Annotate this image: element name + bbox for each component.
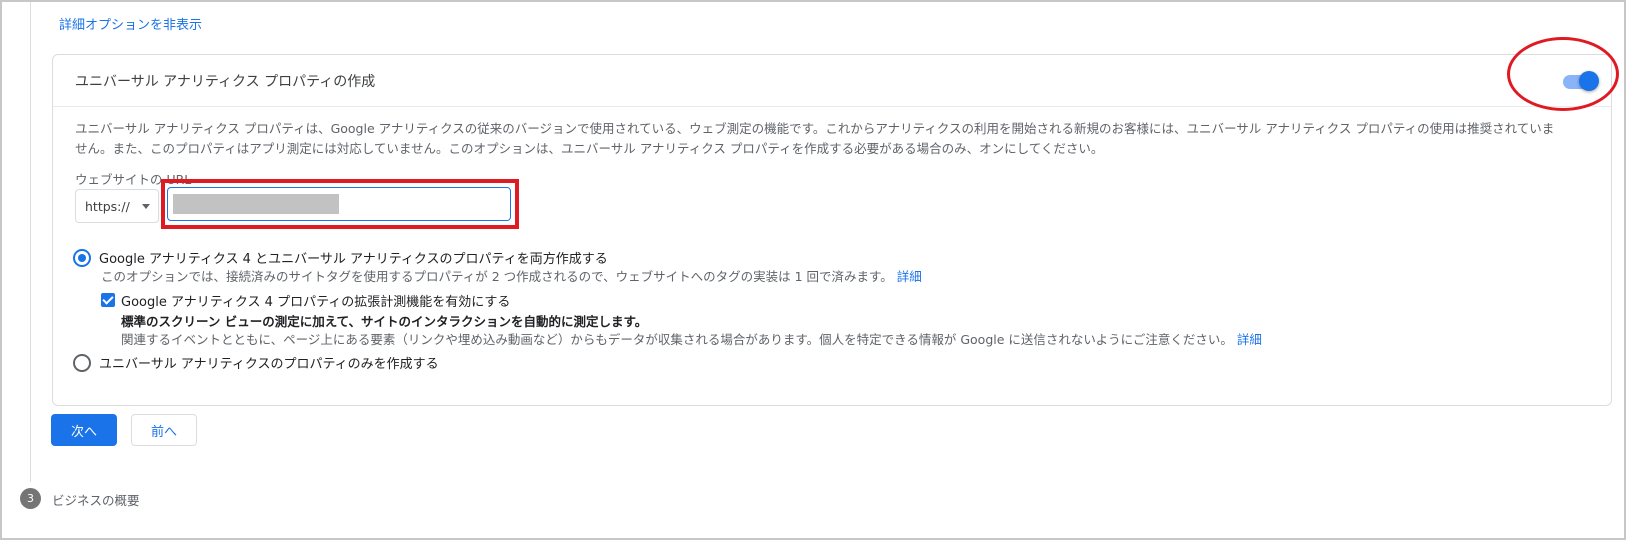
dropdown-arrow-icon xyxy=(142,204,150,209)
step-number-badge: 3 xyxy=(20,488,41,509)
next-button[interactable]: 次へ xyxy=(51,414,117,446)
card-description: ユニバーサル アナリティクス プロパティは、Google アナリティクスの従来の… xyxy=(75,119,1565,159)
option-ua-only-label: ユニバーサル アナリティクスのプロパティのみを作成する xyxy=(99,357,439,372)
description-line-2: せん。また、このプロパティはアプリ測定には対応していません。このオプションは、ユ… xyxy=(75,141,1104,156)
enhanced-measurement-summary: 標準のスクリーン ビューの測定に加えて、サイトのインタラクションを自動的に測定し… xyxy=(121,314,648,329)
enhanced-measurement-description: 関連するイベントとともに、ページ上にある要素（リンクや埋め込み動画など）からもデ… xyxy=(121,329,1262,348)
card-title: ユニバーサル アナリティクス プロパティの作成 xyxy=(75,74,376,90)
stepper-line xyxy=(30,2,31,482)
card-header: ユニバーサル アナリティクス プロパティの作成 xyxy=(53,37,1619,111)
universal-analytics-card: ユニバーサル アナリティクス プロパティの作成 ユニバーサル アナリティクス プ… xyxy=(52,37,1619,406)
protocol-select[interactable]: https:// xyxy=(75,189,159,223)
ua-property-toggle[interactable] xyxy=(1559,69,1601,93)
page-frame: 詳細オプションを非表示 ユニバーサル アナリティクス プロパティの作成 ユニバー… xyxy=(0,0,1626,540)
option-both-details-link[interactable]: 詳細 xyxy=(897,269,922,284)
enhanced-measurement-checkbox[interactable] xyxy=(101,293,115,307)
option-both-description: このオプションでは、接続済みのサイトタグを使用するプロパティが 2 つ作成される… xyxy=(101,266,922,285)
enhanced-measurement-label: Google アナリティクス 4 プロパティの拡張計測機能を有効にする xyxy=(121,295,511,310)
redacted-url xyxy=(173,194,339,214)
radio-ua-only[interactable] xyxy=(73,354,91,372)
enhanced-measurement-details-link[interactable]: 詳細 xyxy=(1237,332,1262,347)
description-line-1: ユニバーサル アナリティクス プロパティは、Google アナリティクスの従来の… xyxy=(75,121,1555,136)
back-button[interactable]: 前へ xyxy=(131,414,197,446)
hide-advanced-options-link[interactable]: 詳細オプションを非表示 xyxy=(59,14,202,33)
option-both-description-text: このオプションでは、接続済みのサイトタグを使用するプロパティが 2 つ作成される… xyxy=(101,269,893,284)
protocol-value: https:// xyxy=(85,199,130,214)
enhanced-measurement-description-text: 関連するイベントとともに、ページ上にある要素（リンクや埋め込み動画など）からもデ… xyxy=(121,332,1233,347)
radio-create-both[interactable] xyxy=(73,249,91,267)
option-both-label: Google アナリティクス 4 とユニバーサル アナリティクスのプロパティを両… xyxy=(99,252,608,267)
toggle-knob xyxy=(1579,71,1599,91)
step-label: ビジネスの概要 xyxy=(52,493,140,508)
